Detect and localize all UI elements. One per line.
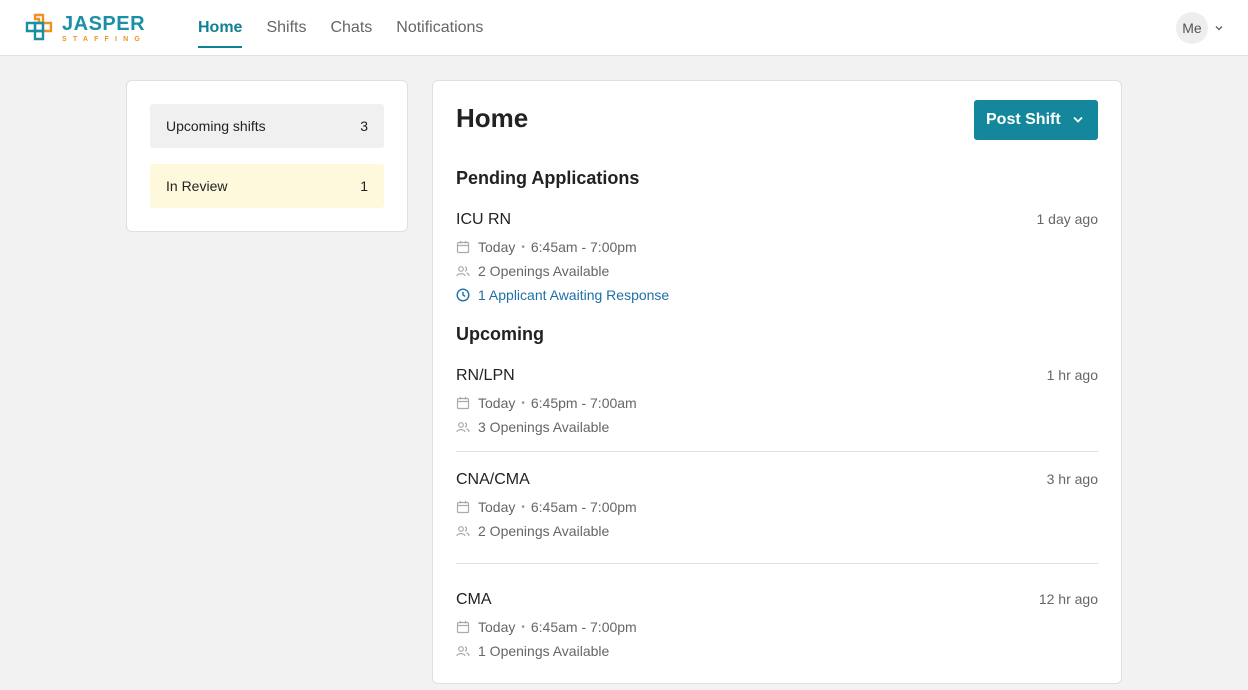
sidebar-item-label: In Review: [166, 178, 228, 194]
shift-title: CNA/CMA: [456, 471, 530, 488]
shift-openings: 2 Openings Available: [478, 263, 610, 279]
post-shift-button[interactable]: Post Shift: [974, 100, 1098, 140]
shift-hours: 6:45am - 7:00pm: [530, 619, 637, 635]
separator-dot: •: [521, 241, 525, 253]
applicants-awaiting-text: 1 Applicant Awaiting Response: [478, 287, 670, 303]
nav-home[interactable]: Home: [198, 0, 243, 56]
separator-dot: •: [521, 621, 525, 633]
people-icon: [456, 266, 470, 277]
shift-item[interactable]: CNA/CMA 3 hr ago Today • 6:45am - 7:00pm…: [456, 469, 1098, 543]
shift-title: RN/LPN: [456, 367, 515, 384]
sidebar-item-in-review[interactable]: In Review 1: [150, 164, 384, 208]
shift-time-ago: 3 hr ago: [1046, 471, 1098, 487]
main-card: Home Post Shift Pending Applications ICU…: [432, 80, 1122, 684]
shift-openings: 2 Openings Available: [478, 523, 610, 539]
sidebar-item-count: 1: [360, 178, 368, 194]
calendar-icon: [456, 501, 470, 514]
people-icon: [456, 646, 470, 657]
brand-tagline: STAFFING: [62, 35, 147, 43]
shift-title: CMA: [456, 591, 492, 608]
shift-item[interactable]: ICU RN 1 day ago Today • 6:45am - 7:00pm…: [456, 209, 1098, 307]
shift-day: Today: [478, 499, 516, 515]
shift-time-ago: 1 day ago: [1036, 211, 1099, 227]
calendar-icon: [456, 621, 470, 634]
separator-dot: •: [521, 501, 525, 513]
nav-shifts[interactable]: Shifts: [266, 0, 306, 56]
nav-notifications[interactable]: Notifications: [396, 0, 483, 56]
pending-applications-title: Pending Applications: [456, 168, 640, 188]
separator-dot: •: [521, 397, 525, 409]
post-shift-label: Post Shift: [986, 111, 1061, 128]
user-menu[interactable]: Me: [1176, 12, 1224, 44]
calendar-icon: [456, 241, 470, 254]
top-bar: JASPER STAFFING Home Shifts Chats Notifi…: [0, 0, 1248, 56]
shift-item[interactable]: RN/LPN 1 hr ago Today • 6:45pm - 7:00am …: [456, 365, 1098, 439]
chevron-down-icon: [1215, 26, 1223, 31]
logo-mark-icon: [25, 13, 53, 41]
people-icon: [456, 526, 470, 537]
applicants-awaiting-link[interactable]: 1 Applicant Awaiting Response: [456, 283, 1098, 307]
divider: [456, 451, 1098, 452]
sidebar-item-count: 3: [360, 118, 368, 134]
sidebar-item-label: Upcoming shifts: [166, 118, 266, 134]
clock-icon: [456, 288, 470, 302]
nav-chats[interactable]: Chats: [330, 0, 372, 56]
sidebar-item-upcoming-shifts[interactable]: Upcoming shifts 3: [150, 104, 384, 148]
divider: [456, 563, 1098, 564]
shift-hours: 6:45am - 7:00pm: [530, 239, 637, 255]
avatar[interactable]: Me: [1176, 12, 1208, 44]
brand-name: JASPER: [62, 12, 146, 35]
shift-time-ago: 1 hr ago: [1046, 367, 1098, 383]
chevron-down-icon: [1073, 116, 1083, 123]
page-title: Home: [456, 103, 529, 133]
upcoming-title: Upcoming: [456, 324, 544, 344]
jasper-logo[interactable]: JASPER STAFFING: [24, 12, 146, 44]
main-nav: Home Shifts Chats Notifications: [198, 0, 507, 56]
sidebar-card: Upcoming shifts 3 In Review 1: [126, 80, 408, 232]
shift-item[interactable]: CMA 12 hr ago Today • 6:45am - 7:00pm 1 …: [456, 589, 1098, 663]
shift-time-ago: 12 hr ago: [1038, 591, 1098, 607]
shift-hours: 6:45pm - 7:00am: [530, 395, 637, 411]
shift-day: Today: [478, 239, 516, 255]
shift-day: Today: [478, 619, 516, 635]
shift-openings: 1 Openings Available: [478, 643, 610, 659]
shift-title: ICU RN: [456, 211, 512, 228]
shift-hours: 6:45am - 7:00pm: [530, 499, 637, 515]
people-icon: [456, 422, 470, 433]
shift-day: Today: [478, 395, 516, 411]
calendar-icon: [456, 397, 470, 410]
shift-openings: 3 Openings Available: [478, 419, 610, 435]
